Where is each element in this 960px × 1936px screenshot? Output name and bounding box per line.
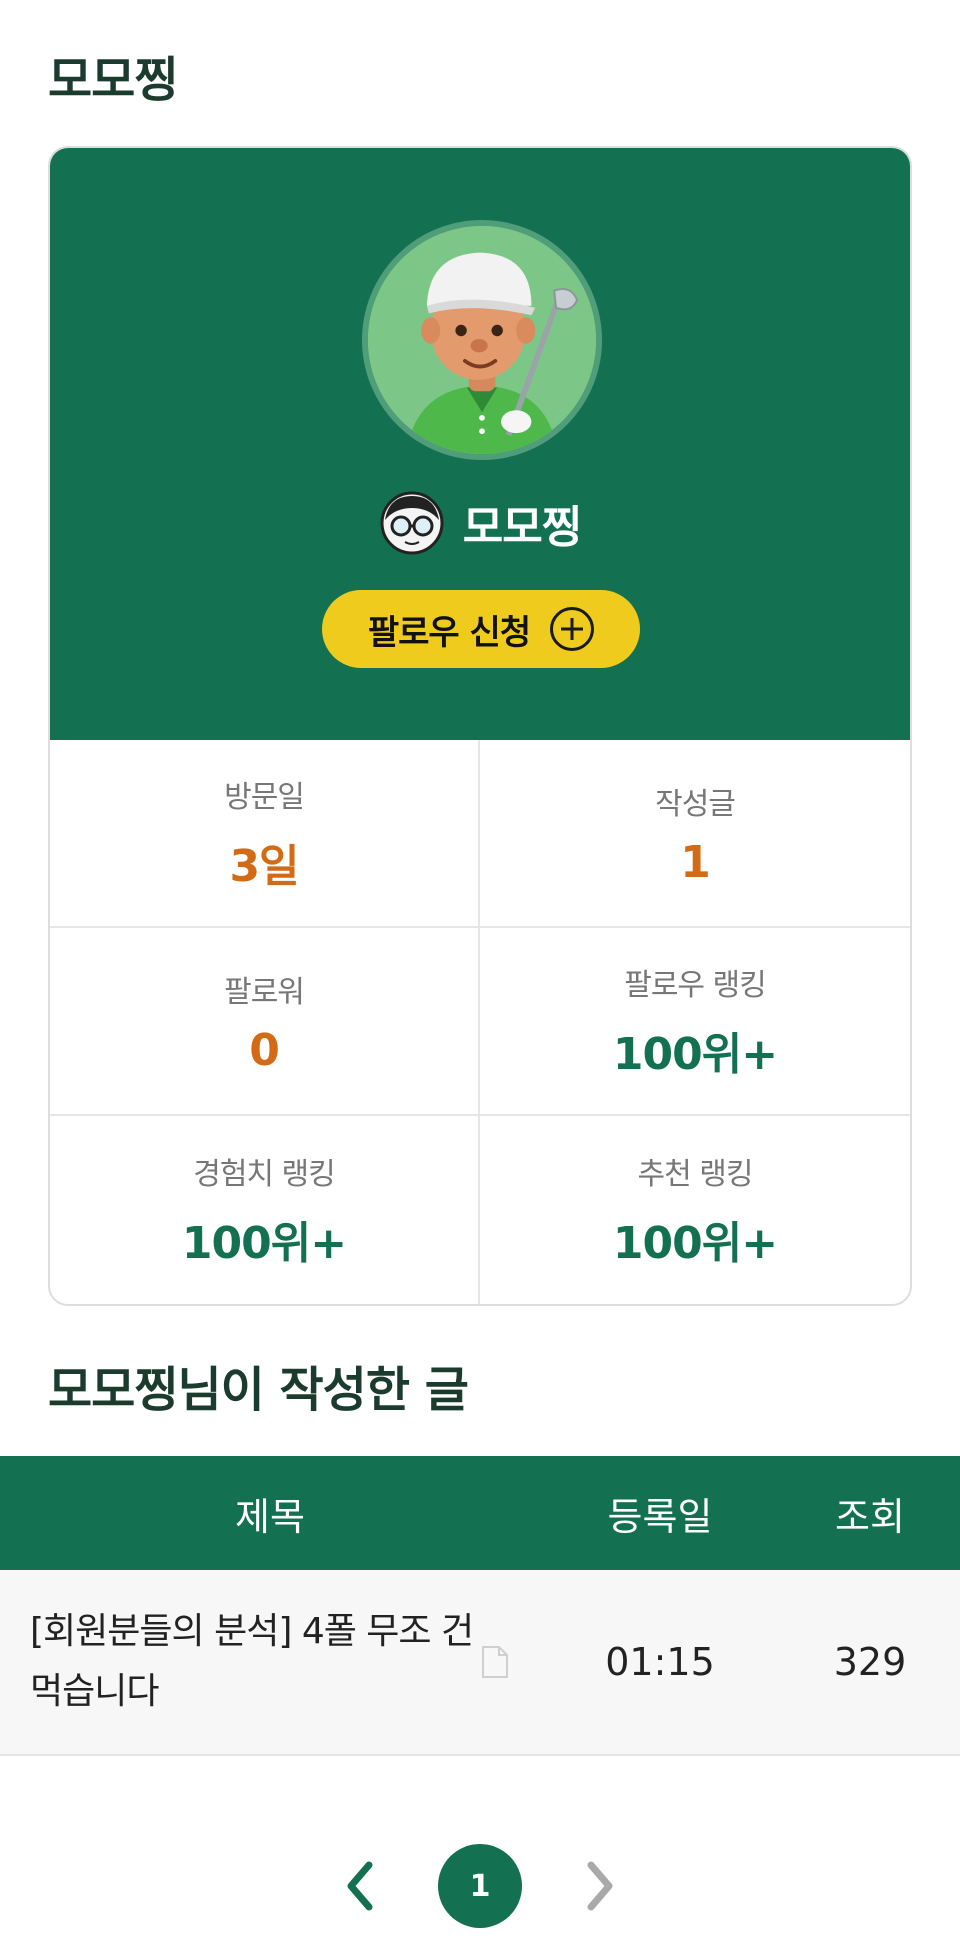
stat-follow-ranking: 팔로우 랭킹 100위+: [480, 928, 910, 1116]
stat-label: 추천 랭킹: [637, 1157, 754, 1192]
stat-label: 방문일: [224, 780, 305, 815]
posts-section-title: 모모찡님이 작성한 글: [48, 1362, 469, 1418]
profile-hero: 모모찡 팔로우 신청: [50, 148, 910, 740]
document-icon: [482, 1646, 508, 1678]
table-header: 제목 등록일 조회: [0, 1456, 960, 1570]
stat-value: 3일: [229, 841, 299, 892]
stat-value: 100위+: [612, 1029, 778, 1080]
profile-card: 모모찡 팔로우 신청 방문일 3일 작성글 1 팔로워 0 팔로우 랭킹 100…: [48, 146, 912, 1306]
profile-stats: 방문일 3일 작성글 1 팔로워 0 팔로우 랭킹 100위+ 경험치 랭킹 1…: [50, 740, 910, 1304]
stat-label: 작성글: [655, 786, 736, 822]
stat-value: 1: [680, 836, 711, 888]
profile-name-row: 모모찡: [50, 490, 910, 556]
stat-label: 팔로워: [224, 974, 305, 1010]
stat-recommend-ranking: 추천 랭킹 100위+: [480, 1116, 910, 1304]
pagination: 1: [0, 1844, 960, 1928]
stat-value: 0: [249, 1024, 280, 1076]
table-row[interactable]: [회원분들의 분석] 4폴 무조 건먹습니다 01:15 329: [0, 1570, 960, 1756]
post-title-link[interactable]: [회원분들의 분석] 4폴 무조 건먹습니다: [30, 1602, 480, 1722]
stat-value: 100위+: [612, 1218, 778, 1269]
chevron-left-icon[interactable]: [338, 1856, 382, 1916]
page-number-current[interactable]: 1: [438, 1844, 522, 1928]
stat-followers: 팔로워 0: [50, 928, 480, 1116]
plus-circle-icon: [550, 607, 595, 651]
chevron-right-icon[interactable]: [578, 1856, 622, 1916]
column-header-date: 등록일: [607, 1494, 713, 1539]
post-views: 329: [833, 1640, 907, 1684]
stat-exp-ranking: 경험치 랭킹 100위+: [50, 1116, 480, 1304]
column-header-views: 조회: [835, 1494, 905, 1539]
golfer-avatar: [362, 220, 602, 460]
post-date: 01:15: [605, 1640, 715, 1684]
stat-posts: 작성글 1: [480, 740, 910, 928]
page-title: 모모찡: [48, 52, 178, 108]
column-header-title: 제목: [235, 1494, 305, 1539]
level-badge-icon: [379, 490, 445, 556]
post-title-cell: [회원분들의 분석] 4폴 무조 건먹습니다: [0, 1602, 540, 1722]
posts-table: 제목 등록일 조회 [회원분들의 분석] 4폴 무조 건먹습니다 01:15 3…: [0, 1456, 960, 1756]
stat-label: 경험치 랭킹: [193, 1157, 336, 1192]
follow-request-button[interactable]: 팔로우 신청: [322, 590, 640, 668]
profile-name: 모모찡: [462, 502, 582, 553]
follow-request-label: 팔로우 신청: [367, 612, 531, 653]
stat-label: 팔로우 랭킹: [624, 968, 767, 1003]
stat-visit-days: 방문일 3일: [50, 740, 480, 928]
stat-value: 100위+: [181, 1218, 347, 1269]
